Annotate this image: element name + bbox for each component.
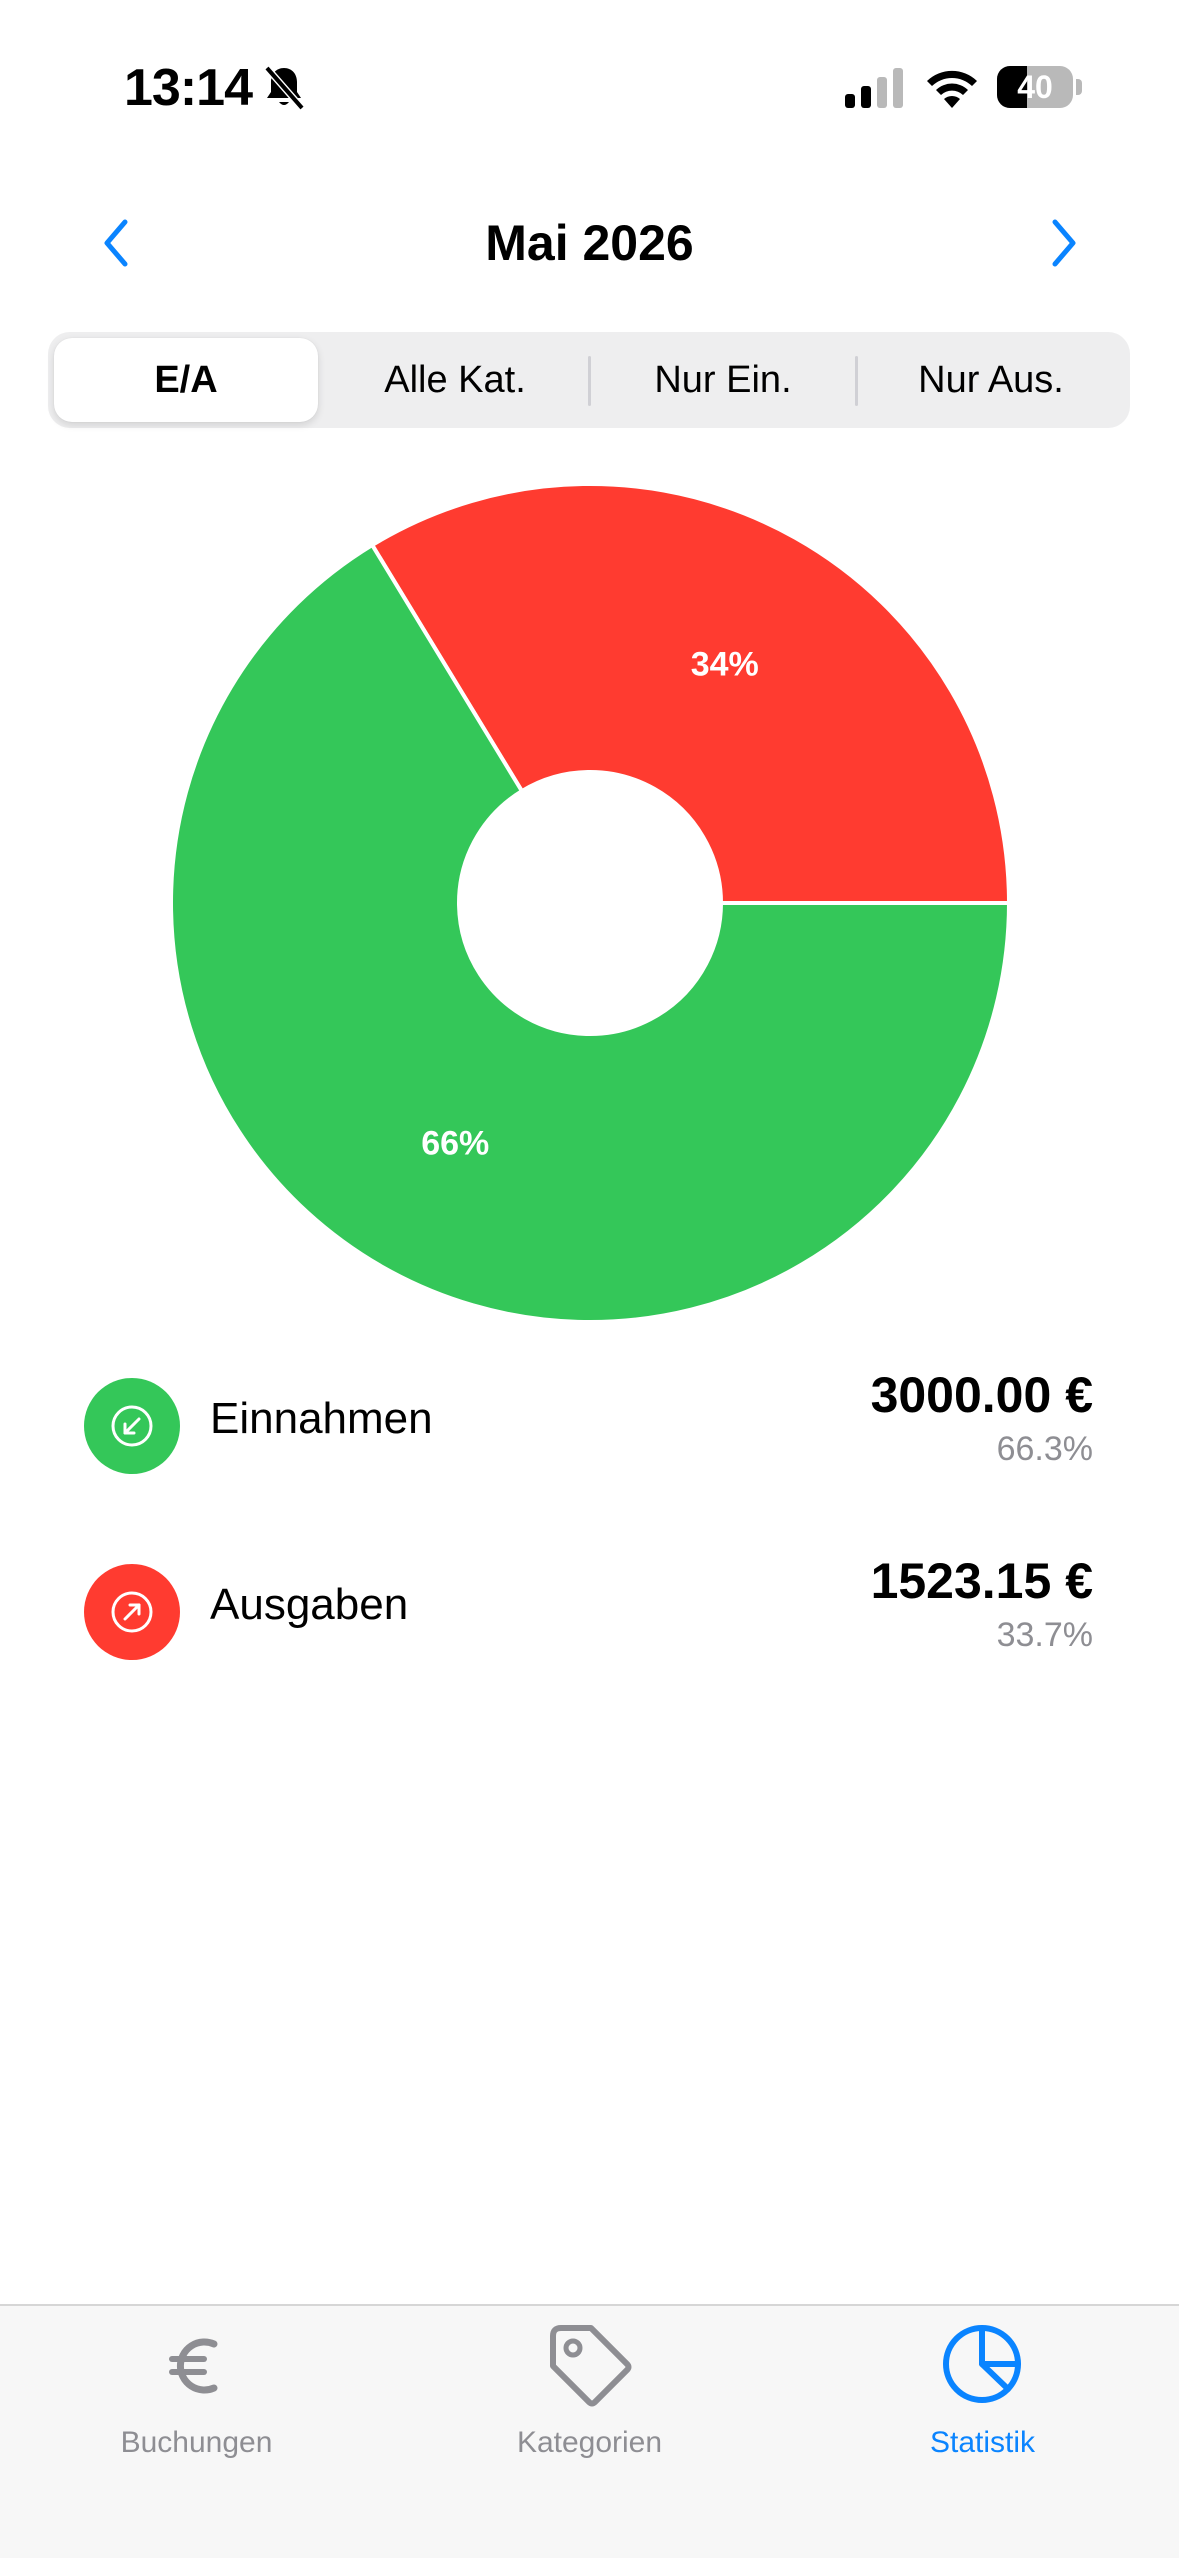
slice-label-ausgaben: 34% <box>691 645 759 683</box>
tab-statistik[interactable]: Statistik <box>786 2306 1179 2506</box>
status-bar: 13:14 40 <box>0 0 1179 170</box>
legend-amount-income: 3000.00 € <box>870 1367 1093 1423</box>
legend-percent-expense: 33.7% <box>996 1616 1093 1654</box>
tag-icon <box>550 2325 632 2407</box>
tab-label: Statistik <box>929 2426 1036 2459</box>
legend-amount-expense: 1523.15 € <box>870 1553 1093 1609</box>
next-month-button[interactable] <box>1036 208 1092 278</box>
income-expense-donut-chart: 34% 66% <box>169 482 1011 1324</box>
legend-percent-income: 66.3% <box>996 1430 1093 1468</box>
segment-nur-aus[interactable]: Nur Aus. <box>860 338 1122 422</box>
battery-level: 40 <box>1017 69 1053 105</box>
tab-label: Buchungen <box>120 2426 273 2459</box>
segment-alle-kat[interactable]: Alle Kat. <box>324 338 586 422</box>
tab-label: Kategorien <box>516 2426 663 2459</box>
legend-row-income[interactable]: Einnahmen 3000.00 € 66.3% <box>0 1364 1179 1484</box>
legend-row-expense[interactable]: Ausgaben 1523.15 € 33.7% <box>0 1550 1179 1670</box>
view-segmented-control: E/A Alle Kat. Nur Ein. Nur Aus. <box>48 332 1130 428</box>
status-time: 13:14 <box>124 59 253 117</box>
segment-divider <box>855 356 858 406</box>
legend-label-expense: Ausgaben <box>210 1580 409 1629</box>
bell-slash-icon <box>264 65 305 111</box>
slice-label-einnahmen: 66% <box>421 1125 489 1163</box>
tab-kategorien[interactable]: Kategorien <box>393 2306 786 2506</box>
previous-month-button[interactable] <box>88 208 144 278</box>
arrow-down-left-circle-icon <box>84 1378 180 1474</box>
segment-e-a[interactable]: E/A <box>54 338 318 422</box>
tab-bar: Buchungen Kategorien Statistik <box>0 2304 1179 2558</box>
page-title: Mai 2026 <box>485 215 694 271</box>
chevron-left-icon <box>104 219 128 267</box>
segment-nur-ein[interactable]: Nur Ein. <box>592 338 854 422</box>
legend-label-income: Einnahmen <box>210 1394 433 1443</box>
euro-icon <box>169 2338 218 2394</box>
wifi-icon <box>927 70 977 108</box>
battery-icon: 40 <box>997 66 1083 108</box>
arrow-up-right-circle-icon <box>84 1564 180 1660</box>
tab-buchungen[interactable]: Buchungen <box>0 2306 393 2506</box>
cellular-signal-icon <box>845 68 903 108</box>
chevron-right-icon <box>1052 219 1076 267</box>
segment-divider <box>588 356 591 406</box>
pie-chart-icon <box>943 2325 1021 2403</box>
